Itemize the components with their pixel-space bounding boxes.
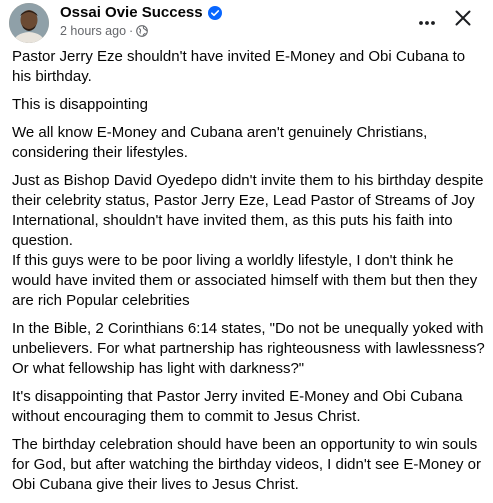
- verified-badge-icon: [207, 5, 222, 20]
- post-body: Pastor Jerry Eze shouldn't have invited …: [12, 47, 488, 503]
- close-button[interactable]: [448, 5, 478, 35]
- post-timestamp[interactable]: 2 hours ago: [60, 24, 126, 38]
- author-avatar[interactable]: [9, 3, 49, 43]
- author-name-text[interactable]: Ossai Ovie Success: [60, 4, 203, 21]
- meta-separator: ·: [129, 24, 134, 38]
- more-options-icon: [418, 13, 436, 31]
- post-paragraph: Pastor Jerry Eze shouldn't have invited …: [12, 48, 466, 85]
- author-name[interactable]: Ossai Ovie Success: [60, 4, 222, 21]
- post-paragraph: Just as Bishop David Oyedepo didn't invi…: [12, 172, 484, 249]
- post-paragraph: This is disappointing: [12, 96, 148, 113]
- post-paragraph: The birthday celebration should have bee…: [12, 436, 481, 493]
- post-paragraph: If this guys were to be poor living a wo…: [12, 252, 478, 309]
- post-paragraph: In the Bible, 2 Corinthians 6:14 states,…: [12, 320, 485, 377]
- close-icon: [454, 9, 472, 32]
- post-paragraph: We all know E-Money and Cubana aren't ge…: [12, 124, 428, 161]
- post-meta: 2 hours ago ·: [60, 24, 149, 38]
- post-paragraph: It's disappointing that Pastor Jerry inv…: [12, 388, 463, 425]
- globe-icon: [136, 25, 149, 37]
- more-options-button[interactable]: [412, 7, 442, 37]
- post-header: Ossai Ovie Success 2 hours ago ·: [0, 0, 493, 44]
